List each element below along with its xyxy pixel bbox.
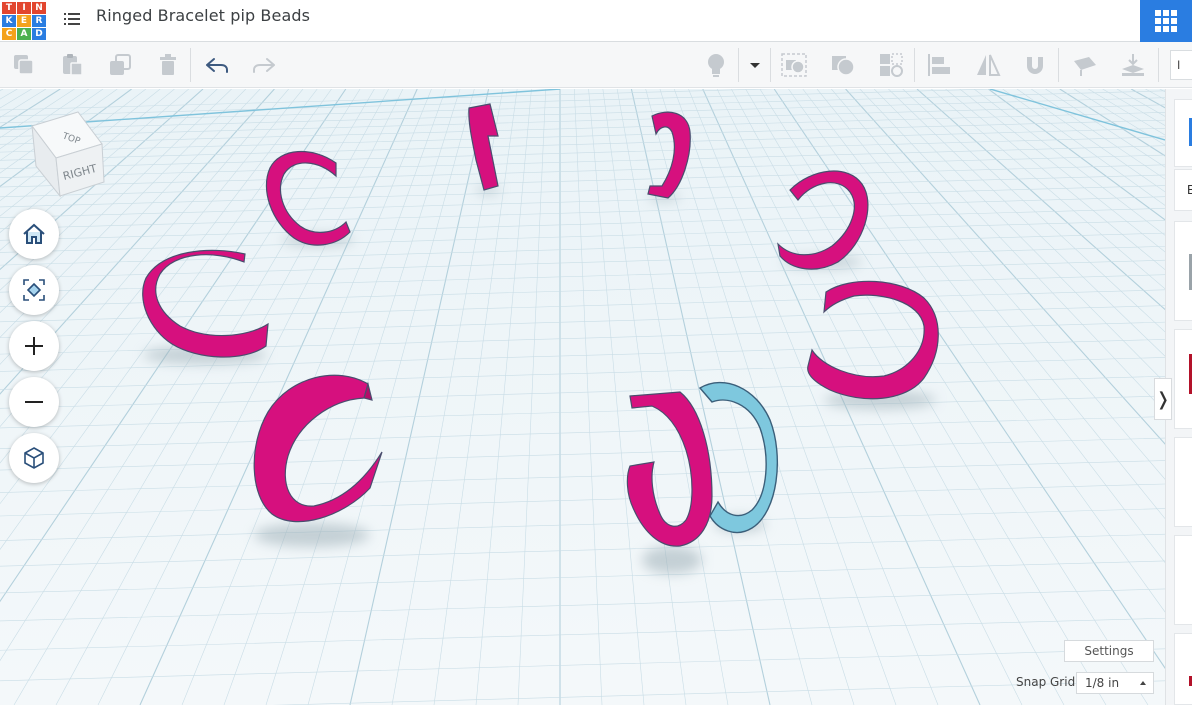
dropdown-caret-icon[interactable] (741, 51, 769, 79)
light-bulb-icon[interactable] (702, 51, 730, 79)
logo-letter: I (17, 2, 31, 14)
logo-letter: N (32, 2, 46, 14)
panel-partial-label: B (1187, 182, 1192, 197)
document-title[interactable]: Ringed Bracelet pip Beads (96, 6, 310, 25)
group-icon[interactable] (780, 51, 808, 79)
list-icon[interactable] (62, 10, 82, 28)
delete-icon[interactable] (154, 51, 182, 79)
logo-letter: A (17, 28, 31, 40)
logo-letter: K (2, 15, 16, 27)
logo-letter: C (2, 28, 16, 40)
edit-toolbar: I (0, 42, 1192, 88)
zoom-in-icon (25, 337, 43, 355)
apps-grid-button[interactable] (1140, 0, 1192, 42)
snap-grid-label: Snap Grid (1016, 675, 1076, 689)
redo-icon[interactable] (250, 51, 278, 79)
fit-view-icon (23, 279, 45, 301)
panel-card (1174, 99, 1192, 167)
home-view-button[interactable] (9, 209, 59, 259)
copy-icon[interactable] (10, 51, 38, 79)
panel-collapse-toggle[interactable]: ❭ (1154, 378, 1172, 420)
home-icon (23, 223, 45, 244)
toolbar-divider (914, 48, 915, 82)
snap-grid-value: 1/8 in (1085, 676, 1120, 690)
grid-icon (1155, 10, 1177, 32)
shape-thumb[interactable] (1174, 437, 1192, 527)
perspective-icon (24, 447, 44, 469)
tinkercad-logo[interactable]: TIN KER CAD (2, 2, 46, 40)
snap-grid-select[interactable]: 1/8 in (1076, 672, 1154, 694)
magnet-icon[interactable] (1021, 51, 1049, 79)
shape-thumb[interactable] (1174, 633, 1192, 705)
logo-letter: R (32, 15, 46, 27)
tinkercad-app: TINKERCAD Ringed Bracelet pip Beads I TO… (0, 0, 1192, 705)
perspective-toggle-button[interactable] (9, 433, 59, 483)
paste-icon[interactable] (58, 51, 86, 79)
zoom-out-icon (25, 401, 43, 403)
undo-icon[interactable] (203, 51, 231, 79)
toolbar-divider (190, 48, 191, 82)
toolbar-divider (738, 48, 739, 82)
ungroup-icon[interactable] (829, 51, 857, 79)
workplane-canvas[interactable] (0, 89, 1165, 705)
toolbar-divider (1158, 48, 1159, 82)
view-cube[interactable]: TOP RIGHT (24, 108, 106, 198)
panel-card[interactable]: B (1174, 169, 1192, 211)
shape-thumb[interactable] (1174, 221, 1192, 321)
logo-letter: T (2, 2, 16, 14)
zoom-in-button[interactable] (9, 321, 59, 371)
import-button[interactable]: I (1170, 50, 1192, 80)
fit-view-button[interactable] (9, 265, 59, 315)
hole-solid-icon[interactable] (877, 51, 905, 79)
toolbar-divider (770, 48, 771, 82)
zoom-out-button[interactable] (9, 377, 59, 427)
logo-letter: E (17, 15, 31, 27)
mirror-icon[interactable] (974, 51, 1002, 79)
align-icon[interactable] (925, 51, 953, 79)
logo-letter: D (32, 28, 46, 40)
shape-thumb[interactable] (1174, 535, 1192, 625)
shape-thumb[interactable] (1174, 329, 1192, 429)
top-header: TIN KER CAD Ringed Bracelet pip Beads (0, 0, 1192, 42)
workplane-icon[interactable] (1071, 51, 1099, 79)
settings-button[interactable]: Settings (1064, 640, 1154, 662)
duplicate-icon[interactable] (106, 51, 134, 79)
toolbar-divider (1058, 48, 1059, 82)
ruler-drop-icon[interactable] (1119, 51, 1147, 79)
caret-up-icon (1140, 681, 1146, 685)
